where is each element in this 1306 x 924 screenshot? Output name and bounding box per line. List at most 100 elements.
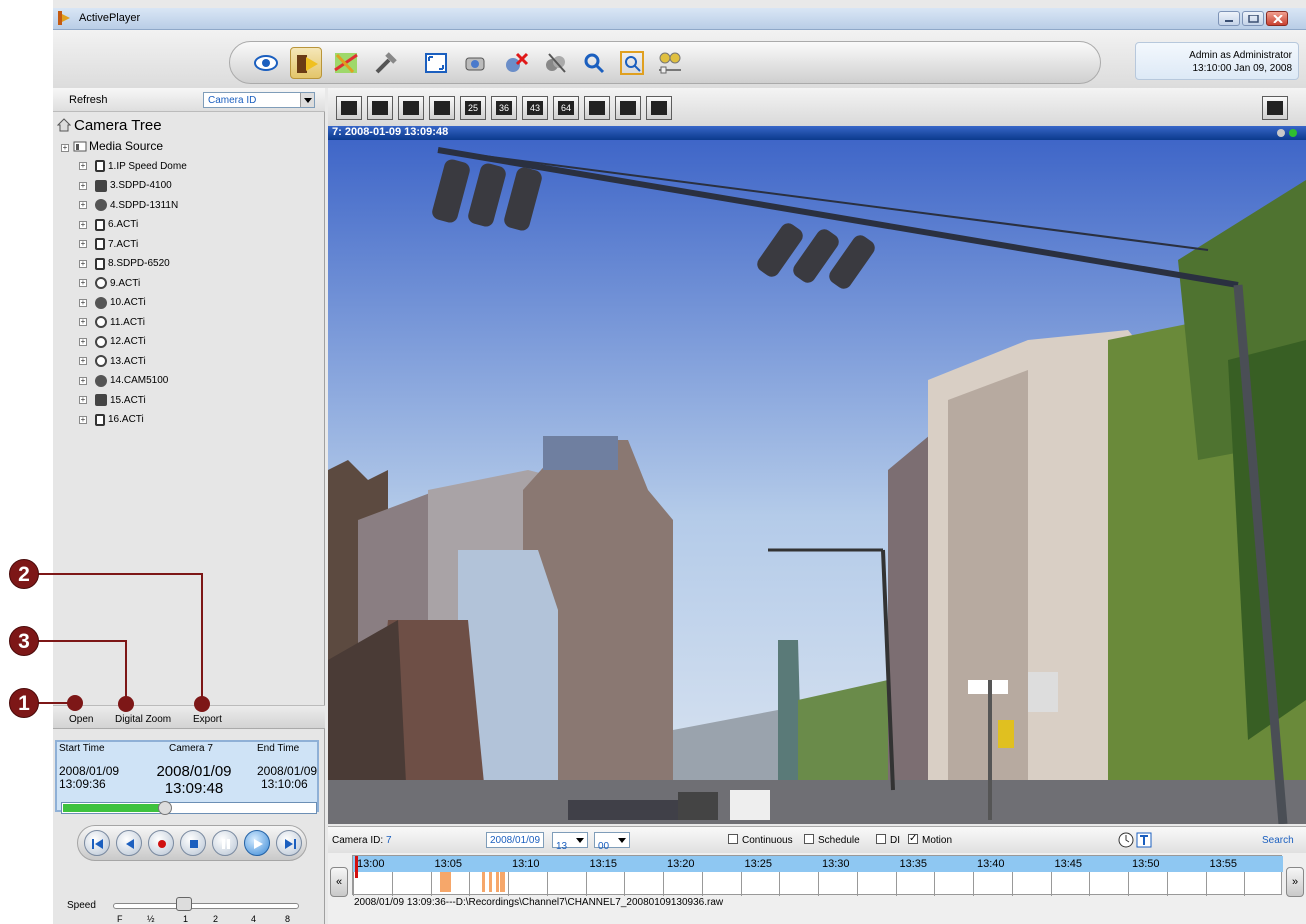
tree-item-camera[interactable]: +7.ACTi <box>79 235 138 253</box>
layout-button[interactable]: 36 <box>491 96 517 120</box>
speed-slider-knob[interactable] <box>176 897 192 911</box>
camera-sort-select[interactable]: Camera ID <box>203 92 315 108</box>
close-button[interactable] <box>1266 11 1288 26</box>
tree-item-camera[interactable]: +8.SDPD-6520 <box>79 255 170 273</box>
tree-item-camera[interactable]: +6.ACTi <box>79 216 138 234</box>
first-frame-button[interactable] <box>84 830 110 856</box>
layout-button[interactable] <box>398 96 424 120</box>
recording-segment[interactable] <box>500 872 505 892</box>
digital-zoom-button[interactable]: Digital Zoom <box>115 714 171 725</box>
minute-select[interactable]: 00 <box>594 832 630 852</box>
layout-button[interactable] <box>584 96 610 120</box>
playback-progress[interactable] <box>61 801 317 815</box>
stop-button[interactable] <box>180 830 206 856</box>
layout-button[interactable]: 64 <box>553 96 579 120</box>
expand-icon[interactable]: + <box>79 318 87 326</box>
expand-icon[interactable]: + <box>79 279 87 287</box>
zoom-area-button[interactable] <box>616 47 648 79</box>
disconnect-button[interactable] <box>500 47 532 79</box>
layout-button[interactable] <box>646 96 672 120</box>
expand-icon[interactable]: + <box>79 357 87 365</box>
last-frame-button[interactable] <box>276 830 302 856</box>
chevron-down-icon[interactable] <box>616 834 628 846</box>
expand-icon[interactable]: + <box>79 162 87 170</box>
expand-icon[interactable]: + <box>79 396 87 404</box>
zoom-button[interactable] <box>578 47 610 79</box>
recording-segment[interactable] <box>439 872 451 892</box>
tree-item-camera[interactable]: +12.ACTi <box>79 333 146 351</box>
volume-button[interactable] <box>654 47 686 79</box>
timeline-next-button[interactable]: » <box>1286 867 1304 897</box>
open-button[interactable]: Open <box>69 714 93 725</box>
layout-button[interactable]: 25 <box>460 96 486 120</box>
export-button[interactable]: Export <box>193 714 222 725</box>
timeline-prev-button[interactable]: « <box>330 867 348 897</box>
text-icon[interactable] <box>1136 832 1152 848</box>
layout-button[interactable]: 43 <box>522 96 548 120</box>
play-button[interactable] <box>244 830 270 856</box>
expand-icon[interactable]: + <box>79 201 87 209</box>
minimize-button[interactable] <box>1218 11 1240 26</box>
speed-slider[interactable] <box>113 903 299 909</box>
date-field[interactable]: 2008/01/09 <box>486 832 544 848</box>
schedule-checkbox[interactable] <box>804 834 814 844</box>
maximize-button[interactable] <box>1242 11 1264 26</box>
expand-icon[interactable]: + <box>79 298 87 307</box>
timeline[interactable]: 13:00 13:05 13:10 13:15 13:20 13:25 13:30 13:35… <box>352 855 1283 896</box>
expand-icon[interactable]: + <box>79 337 87 346</box>
progress-thumb[interactable] <box>157 801 172 815</box>
expand-icon[interactable]: + <box>79 240 87 248</box>
playback-button[interactable] <box>290 47 322 79</box>
search-button[interactable]: Search <box>1262 835 1294 846</box>
tree-item-camera[interactable]: +4.SDPD-1311N <box>79 196 178 214</box>
hour-select[interactable]: 13 <box>552 832 588 852</box>
tree-item-camera[interactable]: +15.ACTi <box>79 391 146 409</box>
emap-button[interactable] <box>330 47 362 79</box>
tree-item-camera[interactable]: +1.IP Speed Dome <box>79 157 187 175</box>
recording-segment[interactable] <box>481 872 485 892</box>
current-time-value: 13:09:48 <box>164 780 224 797</box>
recording-segment[interactable] <box>495 872 499 892</box>
motion-checkbox[interactable]: ✓ <box>908 834 918 844</box>
tree-item-camera[interactable]: +11.ACTi <box>79 313 145 331</box>
expand-icon[interactable]: + <box>79 415 87 424</box>
refresh-button[interactable]: Refresh <box>69 94 108 106</box>
setup-button[interactable] <box>370 47 402 79</box>
tree-item-camera[interactable]: +16.ACTi <box>79 411 144 429</box>
layout-button[interactable] <box>367 96 393 120</box>
live-view-button[interactable] <box>250 47 282 79</box>
continuous-checkbox[interactable] <box>728 834 738 844</box>
tree-media-source[interactable]: + Media Source <box>61 139 163 153</box>
tree-item-camera[interactable]: +9.ACTi <box>79 274 140 292</box>
expand-icon[interactable]: + <box>79 220 87 229</box>
tree-item-camera[interactable]: +13.ACTi <box>79 352 146 370</box>
window-title: ActivePlayer <box>79 12 141 24</box>
tree-item-camera[interactable]: +3.SDPD-4100 <box>79 177 172 195</box>
disconnect-all-button[interactable] <box>540 47 572 79</box>
pause-button[interactable] <box>212 830 238 856</box>
tree-item-camera[interactable]: +10.ACTi <box>79 294 146 312</box>
clock-icon[interactable] <box>1118 832 1134 848</box>
layout-button[interactable] <box>336 96 362 120</box>
timeline-cursor[interactable] <box>355 856 358 878</box>
layout-switch-button[interactable] <box>1262 96 1288 120</box>
reverse-button[interactable] <box>116 830 142 856</box>
expand-icon[interactable]: + <box>79 181 87 190</box>
layout-button[interactable] <box>429 96 455 120</box>
chevron-down-icon[interactable] <box>574 834 586 846</box>
media-source-label: Media Source <box>89 139 164 153</box>
di-checkbox[interactable] <box>876 834 886 844</box>
record-button[interactable] <box>148 830 174 856</box>
video-feed[interactable] <box>328 140 1306 824</box>
expand-icon[interactable]: + <box>61 144 69 152</box>
expand-icon[interactable]: + <box>79 376 87 385</box>
chevron-down-icon[interactable] <box>300 93 314 107</box>
layout-button[interactable] <box>615 96 641 120</box>
recording-segment[interactable] <box>489 872 493 892</box>
fullscreen-button[interactable] <box>420 47 452 79</box>
tree-item-camera[interactable]: +14.CAM5100 <box>79 372 168 390</box>
tree-root[interactable]: Camera Tree <box>57 117 162 134</box>
expand-icon[interactable]: + <box>79 259 87 268</box>
video-header-label: 7: 2008-01-09 13:09:48 <box>332 126 449 138</box>
snapshot-button[interactable] <box>460 47 492 79</box>
